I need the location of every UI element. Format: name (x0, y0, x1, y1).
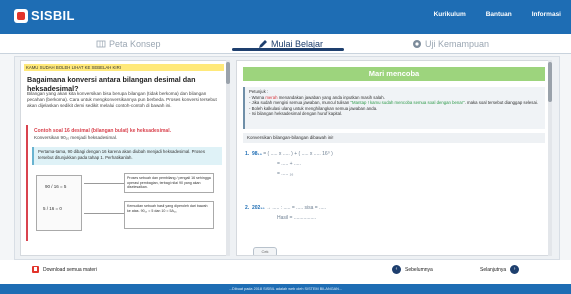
instruction-text: - Warna (249, 94, 266, 100)
connector-line (84, 183, 124, 184)
question-value: 98₁₀ (251, 151, 262, 157)
division-step-2: 5 / 16 = 0 (43, 206, 62, 211)
instruction-text: . maka soal tersebut dianggap selesai. (464, 100, 538, 105)
question-number: 1. (245, 151, 250, 157)
tab-label: Peta Konsep (109, 39, 161, 49)
explanation-bubble-2: Kemudian sebuah hasil yang diperoleh dar… (124, 201, 214, 229)
tab-strip: Peta Konsep Mulai Belajar Uji Kemampuan (0, 34, 571, 54)
page: SISBIL Kurikulum Bantuan Informasi Peta … (0, 0, 571, 294)
check-button[interactable]: Cek (253, 247, 277, 255)
green-keyword: "Mantap ! kamu sudah mencoba semua soal … (350, 100, 465, 105)
question-value: 202₁₀ (251, 205, 265, 211)
previous-label: Sebelumnya (405, 266, 433, 273)
division-box: 90 / 16 = 5 5 / 16 = 0 (36, 175, 82, 231)
question-header: Konversikan bilangan-bilangan dibawah in… (243, 133, 545, 143)
instruction-line-2: - Jika sudah mengisi semua jawaban, munc… (249, 100, 541, 106)
instruction-line-4: - Isi bilangan heksadesimal dengan huruf… (249, 111, 343, 116)
left-scrollbar[interactable] (226, 60, 230, 256)
top-navbar: SISBIL Kurikulum Bantuan Informasi (0, 0, 571, 34)
test-icon (412, 39, 422, 49)
nav-bantuan[interactable]: Bantuan (486, 11, 512, 18)
material-paragraph: Bilangan yang akan kita konversikan bisa… (27, 91, 217, 108)
footer: ...Dibuat pada 2018 SISBIL adalah web ol… (0, 284, 571, 294)
connector-line (84, 213, 124, 214)
exercise-header: Mari mencoba (243, 67, 545, 81)
download-icon (32, 266, 39, 273)
nav-informasi[interactable]: Informasi (532, 11, 561, 18)
notice-banner: KAMU SUDAH BOLEH LIHAT KE SEBELAH KIRI (24, 64, 224, 71)
logo-icon (14, 8, 28, 23)
example-box: Contoh soal 16 desimal (bilangan bulat) … (26, 125, 224, 241)
instruction-text: - Jika sudah mengisi semua jawaban, munc… (249, 100, 351, 105)
answer-inputs[interactable]: Hasil = ................ (245, 213, 545, 223)
map-icon (96, 39, 106, 49)
division-step-1: 90 / 16 = 5 (45, 184, 67, 189)
example-subtitle: Konversikan 90₁₀ menjadi heksadesimal. (34, 135, 118, 140)
tab-peta-konsep[interactable]: Peta Konsep (96, 37, 161, 51)
next-button[interactable]: Selanjutnya › (480, 265, 520, 274)
download-label: Download semua materi (43, 266, 97, 273)
chevron-right-icon: › (510, 265, 520, 274)
exercise-panel: Mari mencoba Petunjuk : - Warna merah me… (236, 60, 552, 256)
answer-inputs[interactable]: = ( ..... x ..... ) + ( ..... x ..... 16… (262, 151, 333, 157)
bottom-bar: Download semua materi ‹ Sebelumnya Selan… (0, 260, 571, 284)
explanation-bubble-1: Proses sebuah dan pembilang / pengali 16… (124, 173, 214, 193)
nav-kurikulum[interactable]: Kurikulum (434, 11, 466, 18)
example-title: Contoh soal 16 desimal (bilangan bulat) … (34, 128, 171, 134)
right-scrollbar-thumb[interactable] (548, 62, 552, 102)
question-2: 2. 202₁₀ → ..... : ..... = ..... sisa = … (245, 203, 545, 223)
question-number: 2. (245, 205, 250, 211)
tab-uji-kemampuan[interactable]: Uji Kemampuan (412, 37, 489, 51)
top-menu: Kurikulum Bantuan Informasi (434, 11, 561, 18)
instruction-text: menandakan jawaban yang anda inputkan ma… (277, 94, 385, 100)
next-label: Selanjutnya (480, 266, 507, 273)
left-scrollbar-thumb[interactable] (226, 62, 230, 84)
red-keyword: merah (265, 94, 278, 100)
previous-button[interactable]: ‹ Sebelumnya (392, 265, 433, 274)
example-info: Pertama-tama, 90 dibagi dengan 16 karena… (32, 147, 222, 165)
download-link[interactable]: Download semua materi (32, 266, 97, 273)
instructions-box: Petunjuk : - Warna merah menandakan jawa… (243, 87, 545, 129)
answer-inputs[interactable]: = ..... + ..... (245, 159, 545, 169)
chevron-left-icon: ‹ (392, 265, 401, 274)
material-panel: KAMU SUDAH BOLEH LIHAT KE SEBELAH KIRI B… (20, 60, 230, 256)
app-logo[interactable]: SISBIL (14, 8, 75, 23)
division-diagram: 90 / 16 = 5 5 / 16 = 0 Proses sebuah dan… (32, 171, 222, 241)
question-1: 1. 98₁₀ = ( ..... x ..... ) + ( ..... x … (245, 149, 545, 179)
active-tab-indicator (232, 48, 344, 51)
answer-inputs[interactable]: → ..... : ..... = ..... sisa = ..... (265, 205, 326, 211)
tab-label: Uji Kemampuan (425, 39, 490, 49)
answer-inputs[interactable]: = ..... ₁₆ (245, 169, 545, 179)
logo-text: SISBIL (31, 8, 75, 23)
